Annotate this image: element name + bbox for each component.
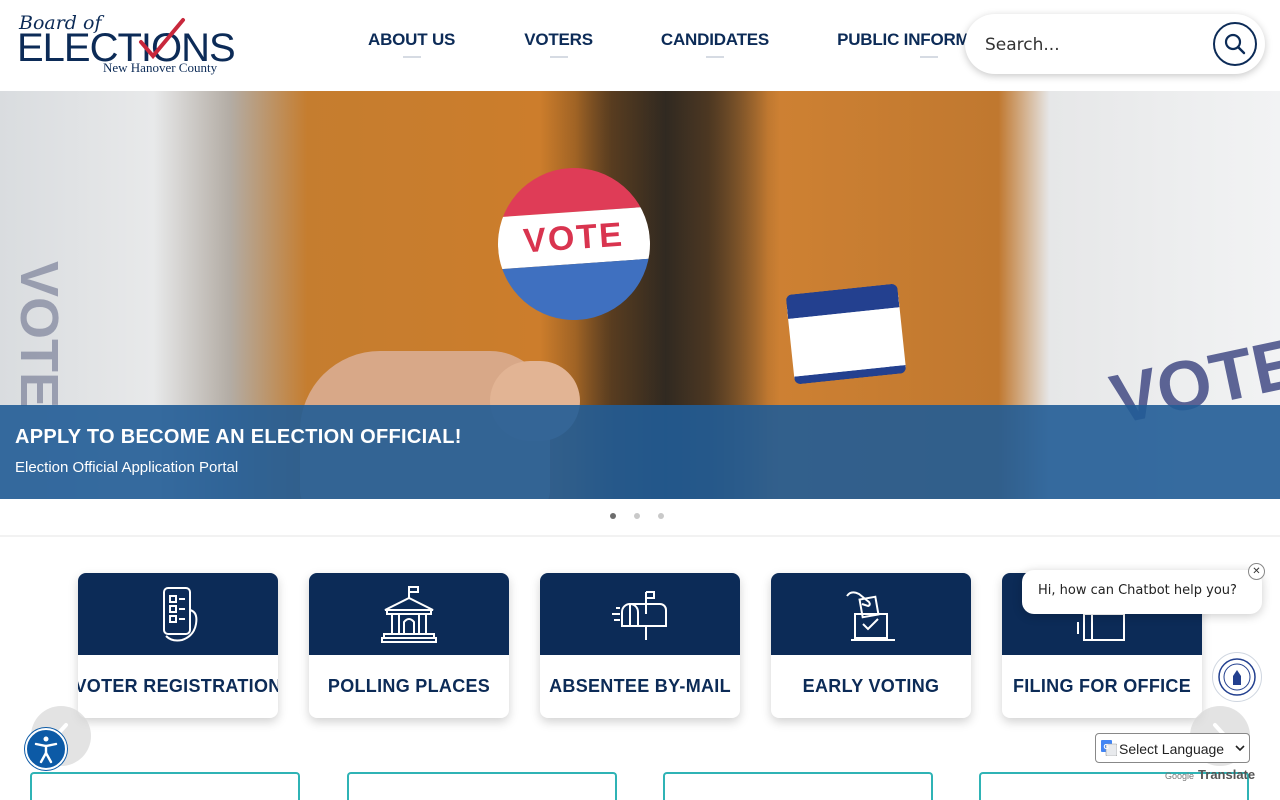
search-input[interactable] [985, 32, 1205, 58]
hero-link[interactable]: Election Official Application Portal [15, 459, 238, 476]
svg-text:G: G [1104, 744, 1110, 751]
nav-underline [402, 56, 421, 58]
nav-about-us[interactable]: ABOUT US [368, 30, 456, 58]
language-select[interactable]: G Select Language [1095, 733, 1250, 763]
logo-county: New Hanover County [103, 60, 218, 75]
powered-by-google-translate[interactable]: Google Translate [1165, 767, 1255, 782]
chevron-down-icon [1235, 745, 1245, 752]
search-button[interactable] [1213, 22, 1257, 66]
accessibility-button[interactable] [25, 728, 67, 770]
board-of-elections-logo[interactable]: Board of ELECTIONS New Hanover County [17, 12, 236, 78]
nav-underline [549, 56, 568, 58]
news-card[interactable] [30, 772, 300, 800]
nav-underline [705, 56, 724, 58]
accessibility-icon [34, 736, 58, 764]
quick-link-absentee-by-mail[interactable]: ABSENTEE BY-MAIL [540, 573, 740, 718]
nav-voters[interactable]: VOTERS [524, 30, 593, 58]
translate-wordmark: Translate [1198, 767, 1256, 782]
chatbot-close-button[interactable]: ✕ [1248, 563, 1265, 580]
quick-link-early-voting[interactable]: EARLY VOTING [771, 573, 971, 718]
vote-sticker-text: VOTE [522, 215, 626, 260]
county-seal-icon [1218, 658, 1256, 696]
news-card[interactable] [347, 772, 617, 800]
news-card[interactable] [663, 772, 933, 800]
building-icon [381, 586, 437, 643]
hero-slideshow: VOTE VOTE VOTE APPLY TO BECOME AN ELECTI… [0, 91, 1280, 499]
section-divider [0, 535, 1280, 537]
slide-dot-2[interactable] [634, 513, 640, 519]
site-header: Board of ELECTIONS New Hanover County AB… [0, 0, 1280, 91]
chatbot-greeting[interactable]: Hi, how can Chatbot help you? [1022, 570, 1262, 614]
name-tag-image [785, 283, 907, 385]
quick-link-label: EARLY VOTING [802, 676, 940, 696]
slide-dot-3[interactable] [658, 513, 664, 519]
quick-link-label: FILING FOR OFFICE [1012, 676, 1192, 696]
ballot-box-icon [846, 591, 895, 641]
google-translate-icon: G [1101, 740, 1117, 756]
nav-about-us-label: ABOUT US [368, 30, 456, 49]
quick-link-label: POLLING PLACES [327, 676, 491, 696]
nav-candidates[interactable]: CANDIDATES [660, 30, 770, 58]
language-select-label: Select Language [1119, 741, 1225, 757]
nav-voters-label: VOTERS [524, 30, 593, 49]
nav-underline [919, 56, 938, 58]
chatbot-message: Hi, how can Chatbot help you? [1038, 583, 1237, 598]
google-wordmark: Google [1165, 771, 1195, 781]
logo-checkmark-icon [139, 18, 185, 60]
slide-indicators [610, 513, 664, 519]
search-icon [1224, 33, 1246, 55]
quick-link-label: ABSENTEE BY-MAIL [549, 676, 731, 696]
hero-caption: APPLY TO BECOME AN ELECTION OFFICIAL! El… [0, 405, 1280, 499]
search-box [965, 14, 1265, 74]
slide-dot-1[interactable] [610, 513, 616, 519]
page: Board of ELECTIONS New Hanover County AB… [0, 0, 1280, 800]
chatbot-launcher[interactable] [1212, 652, 1262, 702]
quick-link-label: VOTER REGISTRATION [78, 676, 278, 696]
hero-title: APPLY TO BECOME AN ELECTION OFFICIAL! [15, 426, 462, 448]
quick-link-polling-places[interactable]: POLLING PLACES [309, 573, 509, 718]
hero-background-sign: VOTE [9, 261, 69, 409]
phone-checklist-icon [163, 587, 198, 642]
mailbox-icon [612, 591, 667, 640]
main-nav: ABOUT US VOTERS CANDIDATES PUBLIC INFORM… [368, 30, 1020, 58]
quick-link-voter-registration[interactable]: VOTER REGISTRATION [78, 573, 278, 718]
nav-candidates-label: CANDIDATES [660, 30, 770, 49]
